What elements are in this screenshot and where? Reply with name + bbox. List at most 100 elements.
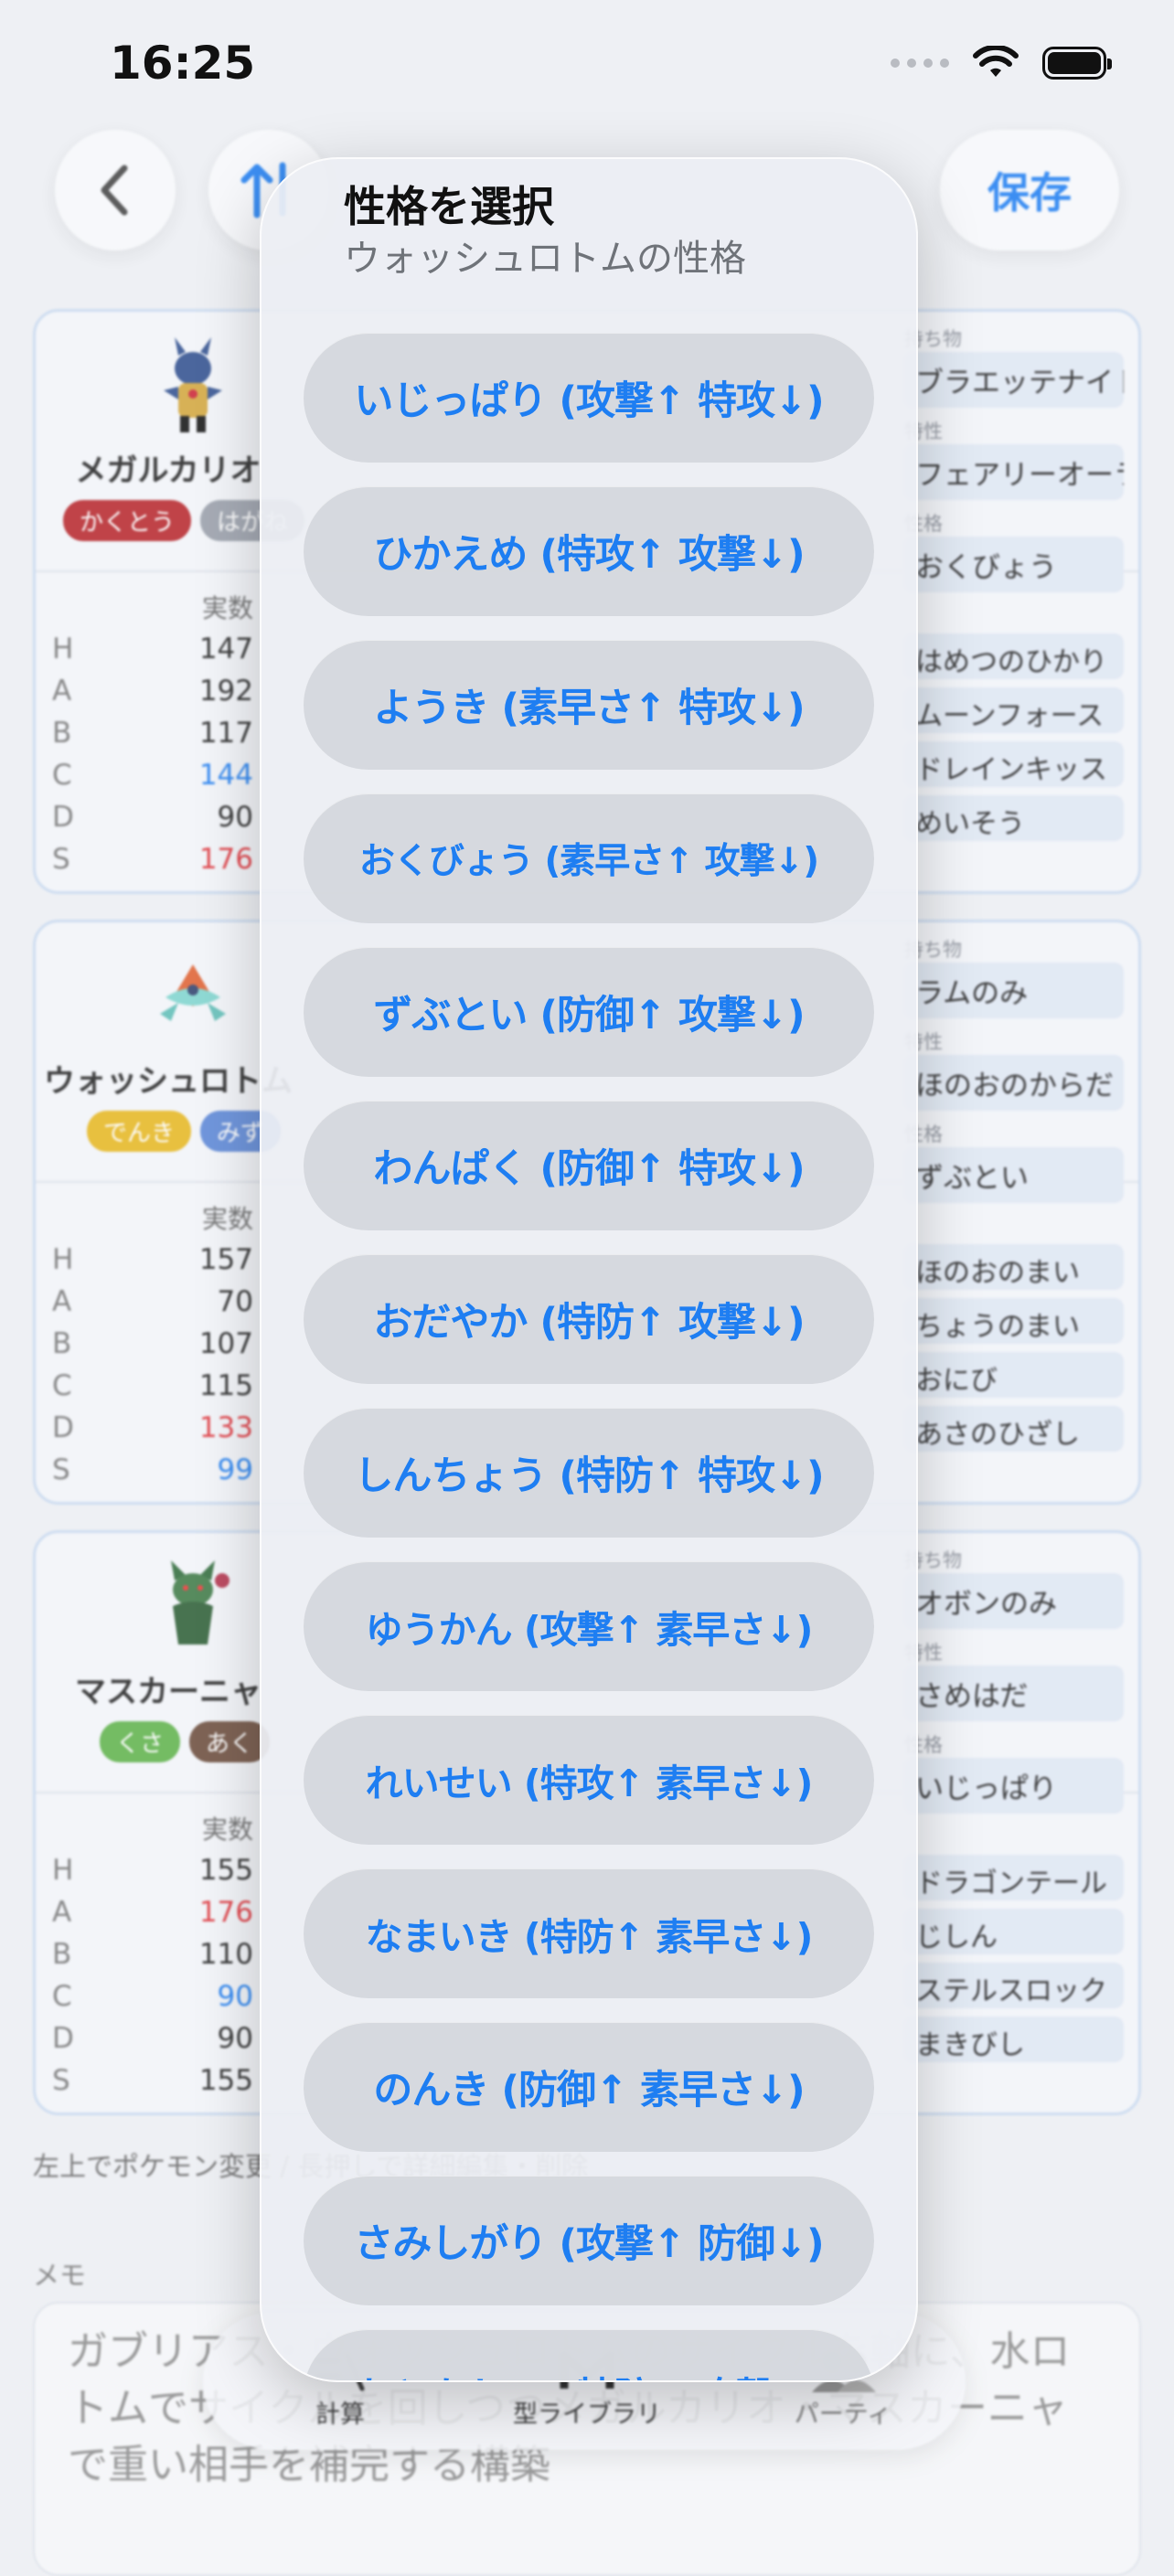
chevron-left-icon [101,165,128,216]
memo-label: メモ [33,2260,87,2291]
stat-value: 133 [198,1411,253,1444]
stat-value: 110 [198,1938,253,1971]
stat-value: 176 [198,1896,253,1929]
move-item[interactable]: ドラゴンテール [904,1855,1124,1900]
move-list: ドラゴンテール じしん ステルスロック まきびし [904,1855,1124,2070]
stat-key: A [52,1285,72,1318]
ability-label: 特性 [904,420,943,442]
nature-label: 性格 [904,513,943,535]
nature[interactable]: いじっぱり [904,1758,1124,1814]
nature-option[interactable]: ずぶとい (防御↑ 攻撃↓) [304,947,874,1077]
stat-key: S [52,1453,70,1486]
nature-option[interactable]: ひかえめ (特攻↑ 攻撃↓) [304,486,874,616]
ability-label: 特性 [904,1031,943,1053]
move-item[interactable]: めいそう [904,795,1124,841]
nature-option[interactable]: おとなしい (特防↑ 攻撃↓) [304,2329,874,2380]
nature-option[interactable]: ようき (素早さ↑ 特攻↓) [304,640,874,770]
nature-option[interactable]: おくびょう (素早さ↑ 攻撃↓) [304,793,874,923]
stat-value: 70 [217,1285,253,1318]
type-badge: あく [189,1721,271,1762]
held-item[interactable]: ブラエッテナイト [904,352,1124,408]
nature-option[interactable]: のんき (防御↑ 素早さ↓) [304,2022,874,2152]
move-item[interactable]: はめつのひかり [904,633,1124,679]
type-badge: かくとう [63,500,192,541]
move-item[interactable]: ムーンフォース [904,687,1124,733]
move-item[interactable]: ステルスロック [904,1963,1124,2008]
type-badge: でんき [87,1111,192,1152]
nature-option[interactable]: おだやか (特防↑ 攻撃↓) [304,1254,874,1384]
nature-option[interactable]: わんぱく (防御↑ 特攻↓) [304,1101,874,1230]
stat-key: D [52,1411,74,1444]
ability[interactable]: さめはだ [904,1666,1124,1721]
tab-label: 計算 [315,2400,365,2429]
tab-label: パーティ [794,2400,892,2429]
stat-table: 実数 H 155 A 176 B 110 C 90 D 90 S 155 [52,1807,253,2102]
nature-label: 性格 [904,1734,943,1756]
move-list: はめつのひかり ムーンフォース ドレインキッス めいそう [904,633,1124,849]
stat-header: 実数 [201,1204,253,1234]
held-item[interactable]: ラムのみ [904,963,1124,1018]
move-item[interactable]: まきびし [904,2017,1124,2062]
stat-key: B [52,1327,72,1360]
stat-key: C [52,759,72,792]
nature-label: 性格 [904,1123,943,1145]
nature[interactable]: おくびょう [904,537,1124,592]
held-item[interactable]: オボンのみ [904,1573,1124,1629]
stat-value: 176 [198,843,253,876]
stat-header: 実数 [201,593,253,623]
move-list: ほのおのまい ちょうのまい おにび あさのひざし [904,1244,1124,1460]
nature-option[interactable]: なまいき (特防↑ 素早さ↓) [304,1868,874,1998]
stat-value: 192 [198,675,253,708]
stat-key: D [52,2022,74,2055]
item-label: 持ち物 [904,328,962,350]
stat-key: C [52,1369,72,1402]
nature-option[interactable]: れいせい (特攻↑ 素早さ↓) [304,1715,874,1845]
move-item[interactable]: じしん [904,1909,1124,1954]
stat-value: 107 [198,1327,253,1360]
nature-option[interactable]: いじっぱり (攻撃↑ 特攻↓) [304,333,874,463]
move-item[interactable]: あさのひざし [904,1406,1124,1452]
pokemon-sprite [160,964,226,1021]
stat-value: 157 [198,1243,253,1276]
stat-key: D [52,801,74,834]
stat-key: A [52,1896,72,1929]
nature-option[interactable]: しんちょう (特防↑ 特攻↓) [304,1408,874,1538]
back-button[interactable] [55,130,176,250]
stat-key: A [52,675,72,708]
stat-value: 115 [198,1369,253,1402]
move-item[interactable]: ほのおのまい [904,1244,1124,1290]
move-item[interactable]: ドレインキッス [904,741,1124,787]
stat-key: H [52,1243,74,1276]
stat-value: 90 [217,1980,253,2013]
nature-option[interactable]: ゆうかん (攻撃↑ 素早さ↓) [304,1561,874,1691]
ability-label: 特性 [904,1642,943,1664]
sheet-subtitle: ウォッシュロトムの性格 [344,238,746,280]
stat-table: 実数 H 157 A 70 B 107 C 115 D 133 S 99 [52,1197,253,1491]
item-label: 持ち物 [904,1549,962,1571]
nature-option[interactable]: さみしがり (攻撃↑ 防御↓) [304,2176,874,2305]
stat-value: 155 [198,2064,253,2097]
stat-key: B [52,717,72,750]
nature[interactable]: ずぶとい [904,1147,1124,1203]
stat-value: 147 [198,633,253,665]
stat-key: S [52,843,70,876]
save-button[interactable]: 保存 [940,130,1119,250]
stat-value: 90 [217,2022,253,2055]
stat-table: 実数 H 147 A 192 B 117 C 144 D 90 S 176 [52,586,253,880]
nature-picker-sheet: 性格を選択 ウォッシュロトムの性格 いじっぱり (攻撃↑ 特攻↓) ひかえめ (… [260,157,918,2382]
ability[interactable]: フェアリーオーラ [904,444,1124,500]
nature-option-list: いじっぱり (攻撃↑ 特攻↓) ひかえめ (特攻↑ 攻撃↓) ようき (素早さ↑… [304,333,874,2380]
sheet-title: 性格を選択 [344,182,554,231]
item-label: 持ち物 [904,939,962,961]
pokemon-sprite [171,1560,229,1645]
ability[interactable]: ほのおのからだ [904,1055,1124,1111]
stat-key: H [52,1854,74,1887]
move-item[interactable]: おにび [904,1352,1124,1398]
move-item[interactable]: ちょうのまい [904,1298,1124,1344]
stat-key: C [52,1980,72,2013]
stat-value: 155 [198,1854,253,1887]
stat-key: B [52,1938,72,1971]
tab-label: 型ライブラリ [513,2400,661,2429]
stat-value: 117 [198,717,253,750]
type-badge: くさ [100,1721,181,1762]
